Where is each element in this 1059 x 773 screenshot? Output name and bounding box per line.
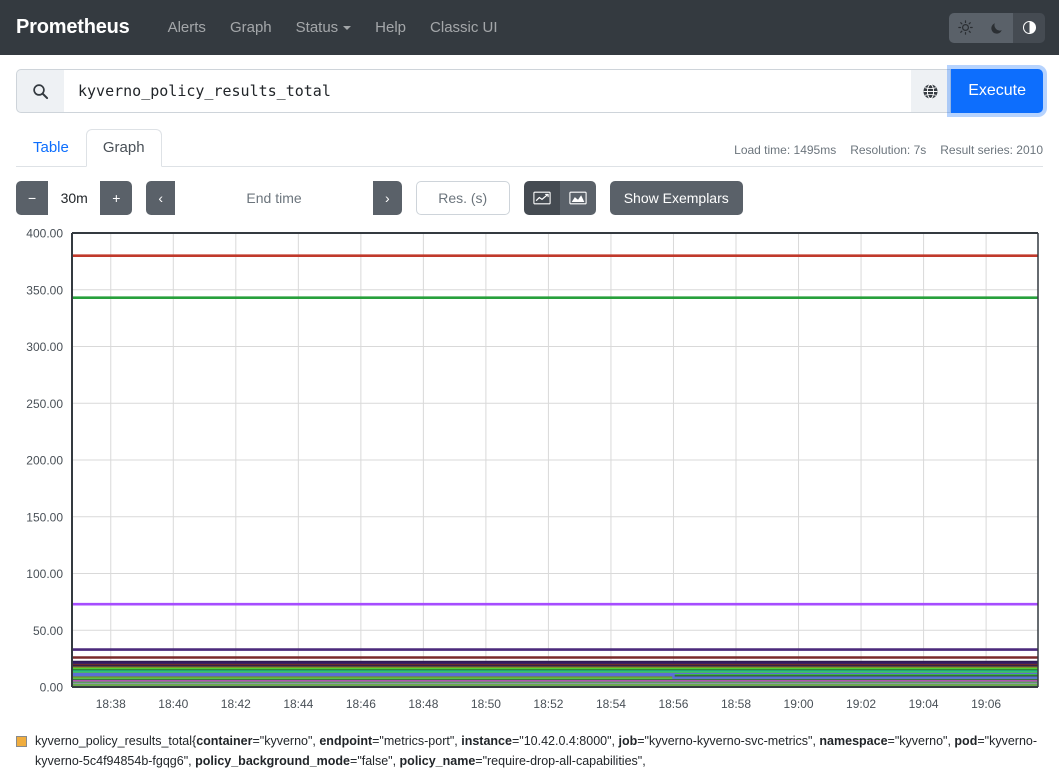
resolution-input[interactable] <box>416 181 510 215</box>
y-axis-tick-label: 50.00 <box>33 624 63 638</box>
contrast-half-circle-icon <box>1022 20 1037 35</box>
expression-bar: Execute <box>16 69 1043 113</box>
nav-link-graph-label: Graph <box>230 19 272 36</box>
nav-link-alerts-label: Alerts <box>168 19 206 36</box>
x-axis-tick-label: 18:40 <box>158 697 188 711</box>
x-axis-tick-label: 18:46 <box>346 697 376 711</box>
search-icon <box>32 83 49 100</box>
nav-link-status-label: Status <box>296 19 339 36</box>
endtime-prev-button[interactable]: ‹ <box>146 181 175 215</box>
sun-icon <box>958 20 973 35</box>
nav-link-help[interactable]: Help <box>363 13 418 42</box>
nav-link-alerts[interactable]: Alerts <box>156 13 218 42</box>
globe-icon <box>922 83 939 100</box>
y-axis-tick-label: 200.00 <box>26 454 63 468</box>
y-axis-tick-label: 300.00 <box>26 340 63 354</box>
y-axis-tick-label: 100.00 <box>26 567 63 581</box>
line-chart-button[interactable] <box>524 181 560 215</box>
nav-link-classic-ui[interactable]: Classic UI <box>418 13 510 42</box>
y-axis-tick-label: 250.00 <box>26 397 63 411</box>
y-axis-tick-label: 0.00 <box>40 681 64 695</box>
theme-dark-button[interactable] <box>981 13 1013 43</box>
endtime-input[interactable] <box>175 181 373 215</box>
graph-controls: − + ‹ › Show Exemplars <box>16 181 1043 215</box>
range-input[interactable] <box>48 181 100 215</box>
x-axis-tick-label: 18:52 <box>533 697 563 711</box>
endtime-control-group: ‹ › <box>146 181 401 215</box>
navbar: Prometheus Alerts Graph Status Help Clas… <box>0 0 1059 55</box>
range-control-group: − + <box>16 181 132 215</box>
stacked-area-chart-icon <box>569 190 587 206</box>
metrics-explorer-button[interactable] <box>911 69 951 113</box>
search-button[interactable] <box>16 69 64 113</box>
nav-link-status[interactable]: Status <box>284 13 364 42</box>
chart-type-group <box>524 181 596 215</box>
x-axis-tick-label: 19:04 <box>909 697 939 711</box>
theme-auto-button[interactable] <box>1013 13 1045 43</box>
brand-logo[interactable]: Prometheus <box>16 16 130 39</box>
graph-legend: kyverno_policy_results_total{container="… <box>16 731 1043 771</box>
nav-links: Alerts Graph Status Help Classic UI <box>156 13 510 42</box>
stacked-chart-button[interactable] <box>560 181 596 215</box>
resolution-text: Resolution: 7s <box>850 143 926 157</box>
theme-light-button[interactable] <box>949 13 981 43</box>
range-increase-button[interactable]: + <box>100 181 132 215</box>
tab-table[interactable]: Table <box>16 129 86 167</box>
nav-link-graph[interactable]: Graph <box>218 13 284 42</box>
moon-icon <box>990 20 1005 35</box>
x-axis-tick-label: 19:06 <box>971 697 1001 711</box>
result-tabs: Table Graph Load time: 1495ms Resolution… <box>16 129 1043 167</box>
x-axis-tick-label: 19:02 <box>846 697 876 711</box>
graph-canvas[interactable]: 0.00 50.00 100.00 150.00 200.00 250.00 300.00 3… <box>16 225 1043 725</box>
chevron-down-icon <box>343 26 351 30</box>
expression-input[interactable] <box>64 69 911 113</box>
legend-color-swatch <box>16 736 27 747</box>
x-axis-tick-label: 19:00 <box>784 697 814 711</box>
x-axis-tick-label: 18:48 <box>408 697 438 711</box>
legend-series-label: kyverno_policy_results_total{container="… <box>35 731 1043 771</box>
graph-panel: 0.00 50.00 100.00 150.00 200.00 250.00 300.00 3… <box>16 225 1043 725</box>
legend-item[interactable]: kyverno_policy_results_total{container="… <box>16 731 1043 771</box>
result-series-text: Result series: 2010 <box>940 143 1043 157</box>
x-axis-tick-label: 18:44 <box>283 697 313 711</box>
x-axis-tick-label: 18:42 <box>221 697 251 711</box>
query-stats: Load time: 1495ms Resolution: 7s Result … <box>734 143 1043 157</box>
y-axis-tick-label: 400.00 <box>26 227 63 241</box>
y-axis-tick-label: 150.00 <box>26 510 63 524</box>
x-axis-tick-label: 18:38 <box>96 697 126 711</box>
x-axis-tick-label: 18:54 <box>596 697 626 711</box>
y-axis-tick-label: 350.00 <box>26 283 63 297</box>
x-axis-tick-label: 18:50 <box>471 697 501 711</box>
endtime-next-button[interactable]: › <box>373 181 402 215</box>
x-axis-tick-label: 18:58 <box>721 697 751 711</box>
x-axis-tick-label: 18:56 <box>658 697 688 711</box>
theme-toggle-group <box>949 13 1045 43</box>
load-time-text: Load time: 1495ms <box>734 143 836 157</box>
nav-link-classic-ui-label: Classic UI <box>430 19 498 36</box>
line-chart-icon <box>533 190 551 206</box>
execute-button[interactable]: Execute <box>951 69 1043 113</box>
range-decrease-button[interactable]: − <box>16 181 48 215</box>
show-exemplars-button[interactable]: Show Exemplars <box>610 181 743 215</box>
nav-link-help-label: Help <box>375 19 406 36</box>
tab-graph[interactable]: Graph <box>86 129 162 167</box>
